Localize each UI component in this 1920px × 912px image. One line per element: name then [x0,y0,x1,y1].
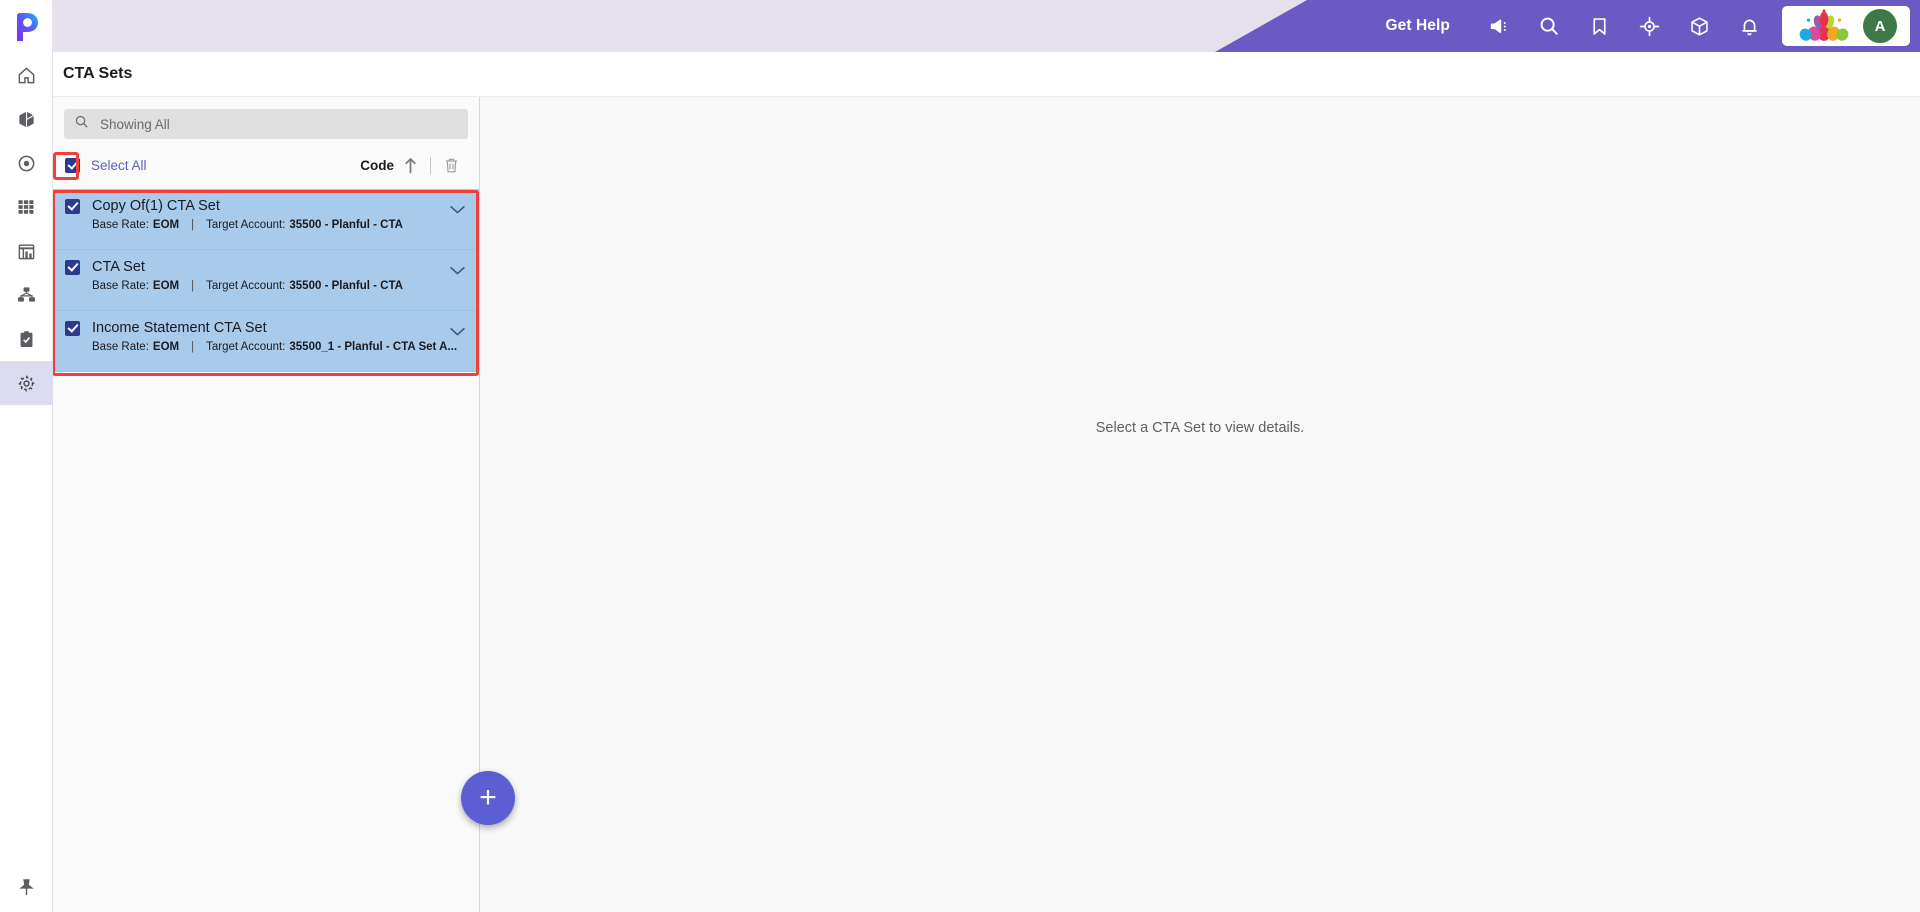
target-account-value: 35500 - Planful - CTA [289,280,403,292]
sidebar-item-reports[interactable] [0,229,53,273]
list-toolbar: Select All Code [65,149,467,181]
sidebar-item-hierarchy[interactable] [0,273,53,317]
lotus-logo-icon [1795,7,1853,46]
page-title-bar: CTA Sets [53,52,1920,97]
cta-sets-list-panel: Showing All Select All Code Copy Of(1) C… [53,97,515,912]
toolbar-right-actions: Code [360,152,467,178]
meta-separator: | [191,280,195,292]
target-account-label: Target Account: [206,341,286,353]
avatar[interactable]: A [1863,9,1897,43]
base-rate-label: Base Rate: [92,280,149,292]
toolbar-divider [430,156,431,174]
list-item[interactable]: Income Statement CTA Set Base Rate: EOM … [53,311,479,372]
select-all-checkbox[interactable] [65,157,80,173]
sort-column-label[interactable]: Code [360,158,394,173]
target-account-value: 35500 - Planful - CTA [289,219,403,231]
app-root: Get Help A CTA Sets Showing All Select A… [0,0,1920,912]
list-item-header: Income Statement CTA Set [65,320,467,336]
sidebar-item-cube[interactable] [0,97,53,141]
list-item-checkbox[interactable] [65,259,80,275]
base-rate-label: Base Rate: [92,219,149,231]
search-placeholder-text: Showing All [100,116,170,132]
bookmark-icon[interactable] [1574,0,1624,52]
sidebar-item-target[interactable] [0,141,53,185]
select-all-label[interactable]: Select All [91,158,147,173]
package-icon[interactable] [1674,0,1724,52]
top-header-bar: Get Help A [53,0,1920,52]
search-icon [74,114,89,134]
arrow-up-icon[interactable] [394,152,426,178]
list-item-title: Income Statement CTA Set [92,320,267,336]
header-action-area: Get Help A [1215,0,1920,52]
search-input[interactable]: Showing All [64,109,468,139]
add-cta-set-button[interactable]: + [461,771,515,825]
left-nav-rail [0,0,53,912]
list-item-checkbox[interactable] [65,198,80,214]
empty-state-message: Select a CTA Set to view details. [1095,420,1305,436]
target-account-label: Target Account: [206,219,286,231]
list-item-title: CTA Set [92,259,145,275]
list-item-header: CTA Set [65,259,467,275]
list-item-meta: Base Rate: EOM | Target Account: 35500 -… [92,219,467,231]
trash-icon[interactable] [435,152,467,178]
bell-icon[interactable] [1724,0,1774,52]
base-rate-value: EOM [152,219,180,231]
page-title: CTA Sets [63,65,133,82]
target-account-label: Target Account: [206,280,286,292]
base-rate-label: Base Rate: [92,341,149,353]
sidebar-item-tasks[interactable] [0,317,53,361]
user-account-box[interactable]: A [1782,6,1910,46]
meta-separator: | [191,341,195,353]
list-item-meta: Base Rate: EOM | Target Account: 35500 -… [92,280,467,292]
chevron-down-icon[interactable] [449,324,466,342]
cta-set-detail-panel: Select a CTA Set to view details. [480,97,1920,912]
list-item-checkbox[interactable] [65,320,80,336]
base-rate-value: EOM [152,280,180,292]
announcement-icon[interactable] [1474,0,1524,52]
sidebar-item-settings[interactable] [0,361,53,405]
pin-icon[interactable] [0,862,53,912]
get-help-link[interactable]: Get Help [1385,17,1450,35]
base-rate-value: EOM [152,341,180,353]
search-icon[interactable] [1524,0,1574,52]
list-item-header: Copy Of(1) CTA Set [65,198,467,214]
list-item[interactable]: Copy Of(1) CTA Set Base Rate: EOM | Targ… [53,189,479,250]
sidebar-item-home[interactable] [0,53,53,97]
target-icon[interactable] [1624,0,1674,52]
meta-separator: | [191,219,195,231]
search-wrapper: Showing All [53,97,479,139]
planful-logo[interactable] [0,0,53,53]
sidebar-item-grid[interactable] [0,185,53,229]
list-item[interactable]: CTA Set Base Rate: EOM | Target Account:… [53,250,479,311]
chevron-down-icon[interactable] [449,202,466,220]
chevron-down-icon[interactable] [449,263,466,281]
list-item-meta: Base Rate: EOM | Target Account: 35500_1… [92,341,467,353]
cta-sets-list: Copy Of(1) CTA Set Base Rate: EOM | Targ… [53,189,479,372]
target-account-value: 35500_1 - Planful - CTA Set A... [289,341,458,353]
list-item-title: Copy Of(1) CTA Set [92,198,220,214]
